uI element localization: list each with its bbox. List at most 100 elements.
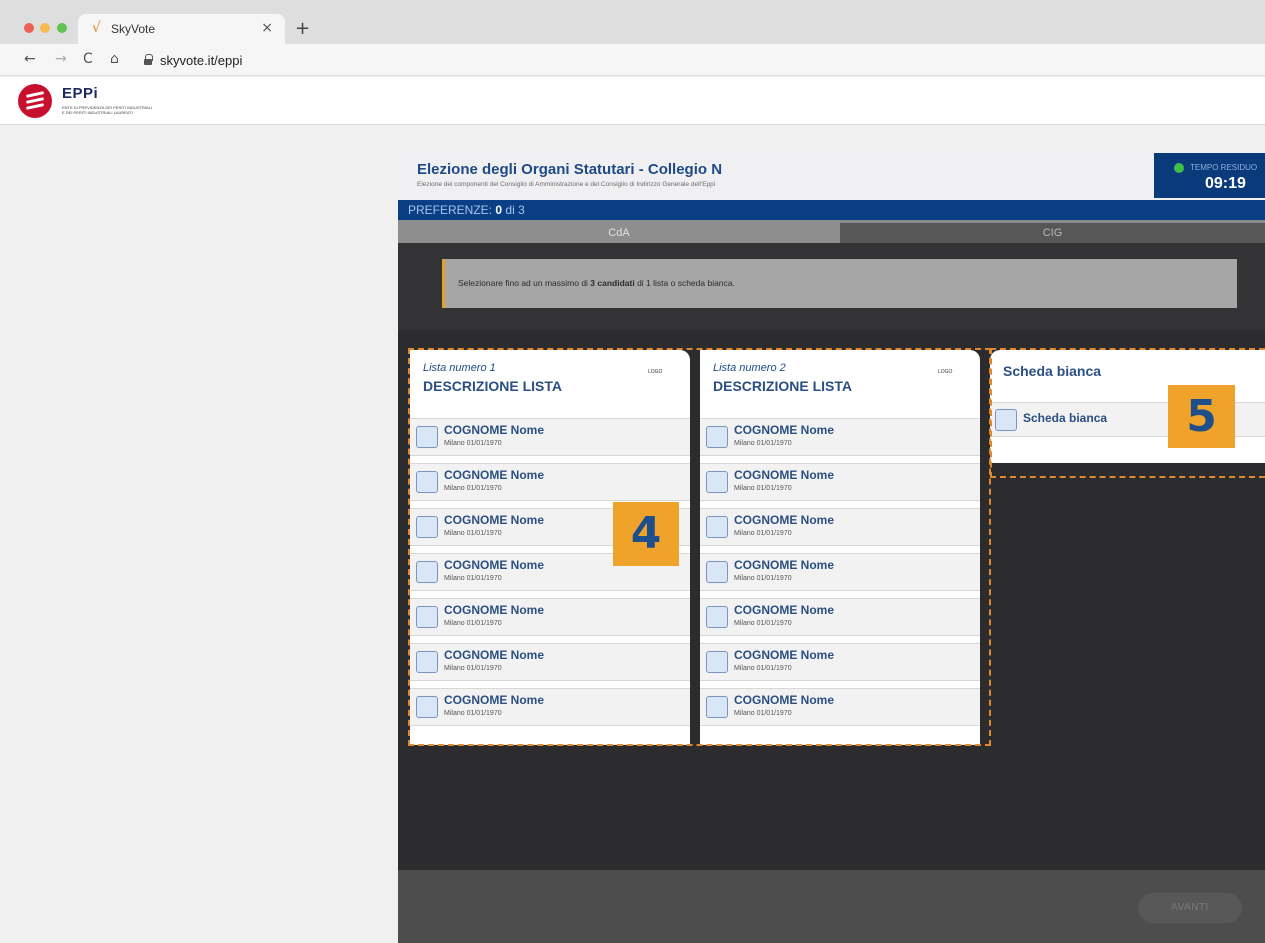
candidate-checkbox[interactable]	[706, 606, 728, 628]
candidate-birth-info: Milano 01/01/1970	[734, 710, 792, 717]
list-logo: LOGO	[648, 369, 663, 375]
list-number: Lista numero 1	[423, 362, 496, 374]
candidate-row[interactable]: COGNOME Nome Milano 01/01/1970	[700, 463, 980, 501]
candidate-birth-info: Milano 01/01/1970	[734, 485, 792, 492]
list-description: DESCRIZIONE LISTA	[713, 378, 852, 394]
candidate-checkbox[interactable]	[706, 561, 728, 583]
voting-app: Elezione degli Organi Statutari - Colleg…	[398, 150, 1265, 943]
candidate-birth-info: Milano 01/01/1970	[734, 530, 792, 537]
minimize-window-button[interactable]	[40, 23, 50, 33]
list-number: Lista numero 2	[713, 362, 786, 374]
candidate-row[interactable]: COGNOME Nome Milano 01/01/1970	[410, 643, 690, 681]
timer-panel: TEMPO RESIDUO 09:19	[1154, 153, 1265, 198]
candidate-birth-info: Milano 01/01/1970	[444, 665, 502, 672]
candidate-checkbox[interactable]	[416, 471, 438, 493]
blank-ballot-label: Scheda bianca	[1023, 411, 1108, 425]
candidate-checkbox[interactable]	[416, 696, 438, 718]
reload-icon[interactable]: C	[83, 51, 93, 67]
candidate-birth-info: Milano 01/01/1970	[444, 440, 502, 447]
preferences-bar: PREFERENZE: 0 di 3	[398, 200, 1265, 220]
tab-title: SkyVote	[111, 22, 156, 36]
candidate-birth-info: Milano 01/01/1970	[734, 665, 792, 672]
candidate-row[interactable]: COGNOME Nome Milano 01/01/1970	[700, 598, 980, 636]
lock-icon	[144, 54, 153, 65]
instruction-box: Selezionare fino ad un massimo di 3 cand…	[442, 259, 1237, 308]
annotation-badge-4: 4	[613, 502, 679, 566]
candidate-row[interactable]: COGNOME Nome Milano 01/01/1970	[410, 463, 690, 501]
candidate-birth-info: Milano 01/01/1970	[444, 530, 502, 537]
new-tab-icon[interactable]: +	[295, 18, 310, 39]
candidate-checkbox[interactable]	[416, 426, 438, 448]
candidate-birth-info: Milano 01/01/1970	[444, 620, 502, 627]
election-title: Elezione degli Organi Statutari - Colleg…	[417, 161, 723, 178]
maximize-window-button[interactable]	[57, 23, 67, 33]
instruction-text: Selezionare fino ad un massimo di 3 cand…	[458, 278, 735, 288]
candidate-checkbox[interactable]	[416, 561, 438, 583]
close-tab-icon[interactable]: ×	[261, 20, 273, 36]
candidate-name: COGNOME Nome	[734, 513, 835, 527]
blank-ballot-checkbox[interactable]	[995, 409, 1017, 431]
candidate-checkbox[interactable]	[416, 651, 438, 673]
election-header: Elezione degli Organi Statutari - Colleg…	[398, 150, 1265, 200]
candidate-name: COGNOME Nome	[444, 513, 545, 527]
url-field[interactable]: skyvote.it/eppi	[140, 50, 1255, 72]
preferences-counter: PREFERENZE: 0 di 3	[408, 203, 525, 217]
candidate-checkbox[interactable]	[416, 516, 438, 538]
candidate-checkbox[interactable]	[706, 651, 728, 673]
candidate-name: COGNOME Nome	[734, 603, 835, 617]
timer-label: TEMPO RESIDUO	[1190, 163, 1258, 172]
tab-cig[interactable]: CIG	[840, 223, 1265, 243]
address-bar: ← → C ⌂ skyvote.it/eppi	[0, 44, 1265, 76]
list-card: Lista numero 2 DESCRIZIONE LISTA LOGO CO…	[700, 350, 980, 745]
candidate-checkbox[interactable]	[706, 696, 728, 718]
organ-tabs: CdA CIG	[398, 220, 1265, 243]
close-window-button[interactable]	[24, 23, 34, 33]
candidate-name: COGNOME Nome	[444, 423, 545, 437]
election-subtitle: Elezione dei componenti del Consiglio di…	[417, 181, 716, 188]
candidate-name: COGNOME Nome	[734, 558, 835, 572]
candidate-birth-info: Milano 01/01/1970	[734, 440, 792, 447]
home-icon[interactable]: ⌂	[110, 51, 119, 67]
candidate-name: COGNOME Nome	[734, 423, 835, 437]
candidate-birth-info: Milano 01/01/1970	[734, 575, 792, 582]
candidate-row[interactable]: COGNOME Nome Milano 01/01/1970	[700, 508, 980, 546]
candidate-row[interactable]: COGNOME Nome Milano 01/01/1970	[410, 598, 690, 636]
candidate-checkbox[interactable]	[706, 516, 728, 538]
logo-name: EPPi	[62, 85, 99, 102]
eppi-logo-icon	[18, 84, 52, 118]
candidate-checkbox[interactable]	[706, 471, 728, 493]
candidate-name: COGNOME Nome	[734, 693, 835, 707]
back-icon[interactable]: ←	[24, 51, 36, 67]
candidate-name: COGNOME Nome	[444, 558, 545, 572]
candidate-row[interactable]: COGNOME Nome Milano 01/01/1970	[700, 643, 980, 681]
list-logo: LOGO	[938, 369, 953, 375]
candidate-checkbox[interactable]	[416, 606, 438, 628]
site-header: EPPi ENTE DI PREVIDENZA DEI PERITI INDUS…	[0, 77, 1265, 125]
candidate-birth-info: Milano 01/01/1970	[734, 620, 792, 627]
timer-value: 09:19	[1205, 175, 1246, 192]
ballot-footer: AVANTI	[398, 870, 1265, 943]
candidate-name: COGNOME Nome	[734, 468, 835, 482]
list-description: DESCRIZIONE LISTA	[423, 378, 562, 394]
candidate-birth-info: Milano 01/01/1970	[444, 485, 502, 492]
candidate-birth-info: Milano 01/01/1970	[444, 710, 502, 717]
browser-tab[interactable]: √ SkyVote ×	[78, 14, 285, 44]
candidate-name: COGNOME Nome	[444, 693, 545, 707]
candidate-name: COGNOME Nome	[444, 468, 545, 482]
candidate-row[interactable]: COGNOME Nome Milano 01/01/1970	[700, 418, 980, 456]
annotation-badge-5: 5	[1168, 385, 1235, 448]
candidate-row[interactable]: COGNOME Nome Milano 01/01/1970	[410, 418, 690, 456]
candidate-row[interactable]: COGNOME Nome Milano 01/01/1970	[700, 553, 980, 591]
tab-cda[interactable]: CdA	[398, 223, 840, 243]
candidate-name: COGNOME Nome	[444, 603, 545, 617]
url-text: skyvote.it/eppi	[160, 53, 243, 68]
forward-icon[interactable]: →	[55, 51, 67, 67]
browser-tab-bar: √ SkyVote × +	[0, 0, 1265, 44]
candidate-row[interactable]: COGNOME Nome Milano 01/01/1970	[700, 688, 980, 726]
candidate-birth-info: Milano 01/01/1970	[444, 575, 502, 582]
candidate-name: COGNOME Nome	[734, 648, 835, 662]
candidate-checkbox[interactable]	[706, 426, 728, 448]
logo-subtitle-2: E DEI PERITI INDUSTRIALI LAUREATI	[62, 110, 133, 115]
next-button[interactable]: AVANTI	[1138, 893, 1242, 923]
candidate-row[interactable]: COGNOME Nome Milano 01/01/1970	[410, 688, 690, 726]
